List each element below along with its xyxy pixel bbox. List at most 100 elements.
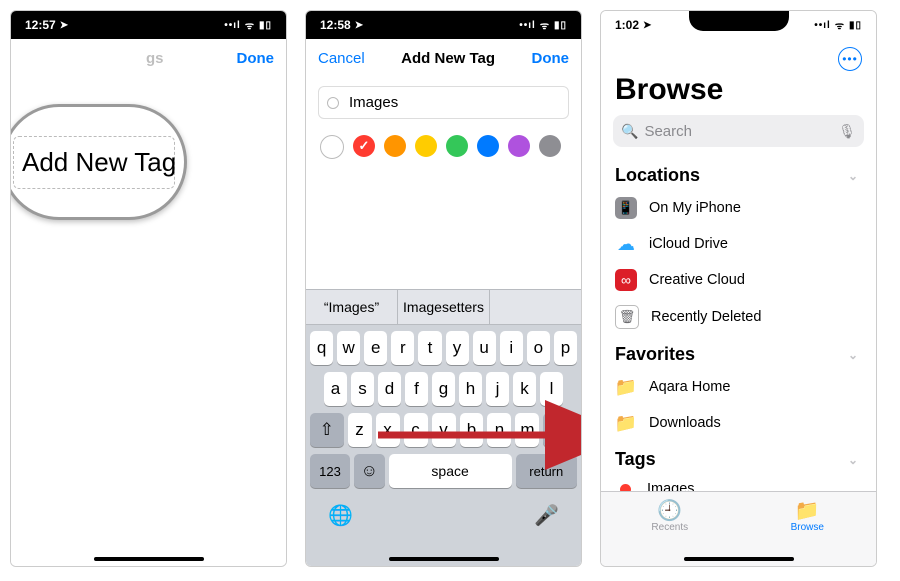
phone-panel-1: 12:57 ➤ ••ıl ᯤ ▮▯ gs Done Add New Tag	[10, 10, 287, 567]
mic-icon[interactable]: 🎤	[534, 503, 559, 528]
key-s[interactable]: s	[351, 372, 374, 406]
key-l[interactable]: l	[540, 372, 563, 406]
key-t[interactable]: t	[418, 331, 441, 365]
phone-icon: 📱	[615, 197, 637, 219]
keyboard-row-1: qwertyuiop	[310, 331, 577, 365]
suggestion-1[interactable]: Imagesetters	[398, 290, 490, 324]
tag-name-input[interactable]	[347, 93, 560, 112]
color-dot-none[interactable]	[320, 135, 344, 159]
key-i[interactable]: i	[500, 331, 523, 365]
color-dot-green[interactable]	[446, 135, 468, 157]
nav-bar: Cancel Add New Tag Done	[306, 39, 581, 78]
key-emoji[interactable]: ☺	[354, 454, 385, 488]
tab-bar: 🕘 Recents 📁 Browse	[601, 491, 876, 566]
tag-name-field-wrap[interactable]	[318, 86, 569, 119]
favorites-header[interactable]: Favorites ⌄	[601, 336, 876, 369]
chevron-down-icon: ⌄	[848, 348, 858, 362]
list-item-label: Creative Cloud	[649, 272, 745, 288]
key-j[interactable]: j	[486, 372, 509, 406]
battery-icon: ▮▯	[849, 20, 862, 31]
list-item[interactable]: ∞Creative Cloud	[601, 262, 876, 298]
tab-browse[interactable]: 📁 Browse	[739, 498, 877, 554]
tag-color-chip-icon	[327, 97, 339, 109]
key-m[interactable]: m	[515, 413, 539, 447]
key-space[interactable]: space	[389, 454, 512, 488]
list-item[interactable]: 🗑Recently Deleted	[601, 298, 876, 336]
suggestion-0[interactable]: “Images”	[306, 290, 398, 324]
folder-icon: 📁	[615, 412, 637, 434]
key-k[interactable]: k	[513, 372, 536, 406]
list-item-label: iCloud Drive	[649, 236, 728, 252]
key-shift[interactable]: ⇧	[310, 413, 344, 447]
tags-header[interactable]: Tags ⌄	[601, 441, 876, 474]
more-button[interactable]: •••	[838, 47, 862, 71]
key-y[interactable]: y	[446, 331, 469, 365]
key-f[interactable]: f	[405, 372, 428, 406]
key-c[interactable]: c	[404, 413, 428, 447]
done-button[interactable]: Done	[236, 50, 274, 67]
key-backspace[interactable]: ⌫	[543, 413, 577, 447]
list-item[interactable]: 📁Downloads	[601, 405, 876, 441]
mic-icon[interactable]: 🎙	[838, 123, 856, 140]
globe-icon[interactable]: 🌐	[328, 503, 353, 528]
key-e[interactable]: e	[364, 331, 387, 365]
key-u[interactable]: u	[473, 331, 496, 365]
location-icon: ➤	[355, 20, 363, 31]
locations-header[interactable]: Locations ⌄	[601, 157, 876, 190]
list-item[interactable]: 📱On My iPhone	[601, 190, 876, 226]
magnifier-lens: Add New Tag	[11, 104, 187, 220]
location-icon: ➤	[643, 20, 651, 31]
key-d[interactable]: d	[378, 372, 401, 406]
notch	[99, 11, 199, 31]
color-dot-red[interactable]	[353, 135, 375, 157]
wifi-icon: ᯤ	[245, 18, 255, 32]
key-x[interactable]: x	[376, 413, 400, 447]
home-indicator[interactable]	[684, 557, 794, 561]
keyboard-bottom-row: 🌐 🎤	[306, 499, 581, 528]
home-indicator[interactable]	[389, 557, 499, 561]
key-z[interactable]: z	[348, 413, 372, 447]
notch	[394, 11, 494, 31]
key-a[interactable]: a	[324, 372, 347, 406]
cancel-button[interactable]: Cancel	[318, 50, 365, 67]
keyboard: “Images”Imagesetters qwertyuiop asdfghjk…	[306, 289, 581, 566]
list-item[interactable]: ☁︎iCloud Drive	[601, 226, 876, 262]
key-v[interactable]: v	[432, 413, 456, 447]
key-h[interactable]: h	[459, 372, 482, 406]
content-area: ••• Browse 🔍 Search 🎙 Locations ⌄ 📱On My…	[601, 39, 876, 566]
color-dot-purple[interactable]	[508, 135, 530, 157]
tab-recents[interactable]: 🕘 Recents	[601, 498, 739, 554]
battery-icon: ▮▯	[554, 20, 567, 31]
clock-icon: 🕘	[657, 498, 682, 520]
tab-recents-label: Recents	[651, 522, 688, 533]
status-time: 12:57	[25, 18, 56, 32]
key-g[interactable]: g	[432, 372, 455, 406]
key-p[interactable]: p	[554, 331, 577, 365]
key-o[interactable]: o	[527, 331, 550, 365]
key-123[interactable]: 123	[310, 454, 350, 488]
done-button[interactable]: Done	[532, 50, 570, 67]
color-dot-yellow[interactable]	[415, 135, 437, 157]
key-q[interactable]: q	[310, 331, 333, 365]
key-w[interactable]: w	[337, 331, 360, 365]
wifi-icon: ᯤ	[835, 18, 845, 32]
search-field[interactable]: 🔍 Search 🎙	[613, 115, 864, 147]
favorites-title: Favorites	[615, 344, 695, 365]
key-return[interactable]: return	[516, 454, 577, 488]
nav-bar: gs Done	[11, 39, 286, 78]
keyboard-row-4: 123 ☺ space return	[310, 454, 577, 488]
color-dot-orange[interactable]	[384, 135, 406, 157]
list-item[interactable]: 📁Aqara Home	[601, 369, 876, 405]
key-b[interactable]: b	[460, 413, 484, 447]
trash-icon: 🗑	[615, 305, 639, 329]
color-dot-gray[interactable]	[539, 135, 561, 157]
key-n[interactable]: n	[487, 413, 511, 447]
suggestion-2[interactable]	[490, 290, 581, 324]
home-indicator[interactable]	[94, 557, 204, 561]
keyboard-row-2: asdfghjkl	[310, 372, 577, 406]
key-r[interactable]: r	[391, 331, 414, 365]
signal-icon: ••ıl	[814, 20, 831, 31]
page-title: Browse	[601, 71, 876, 115]
location-icon: ➤	[60, 20, 68, 31]
color-dot-blue[interactable]	[477, 135, 499, 157]
